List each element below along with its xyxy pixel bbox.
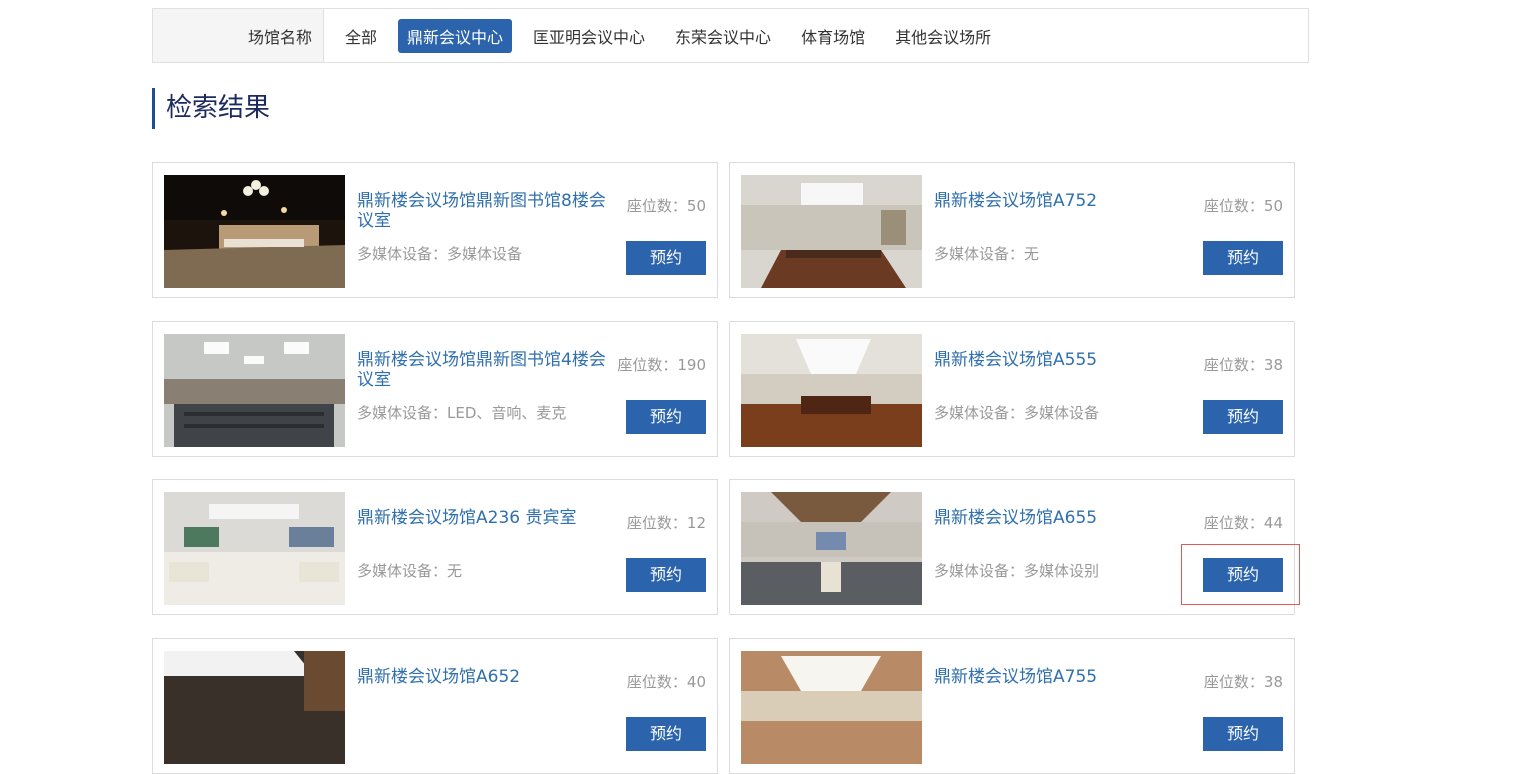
venue-photo[interactable] bbox=[164, 651, 345, 764]
venue-photo[interactable] bbox=[741, 175, 922, 288]
venue-equipment: 多媒体设备：LED、音响、麦克 bbox=[357, 404, 567, 422]
venue-photo[interactable] bbox=[164, 175, 345, 288]
venue-photo-image bbox=[741, 334, 922, 447]
venue-card: 鼎新楼会议场馆A236 贵宾室 多媒体设备：无 座位数：12 预约 bbox=[152, 479, 718, 615]
book-button[interactable]: 预约 bbox=[626, 400, 706, 434]
venue-card: 鼎新楼会议场馆鼎新图书馆4楼会议室 多媒体设备：LED、音响、麦克 座位数：19… bbox=[152, 321, 718, 457]
book-button[interactable]: 预约 bbox=[1203, 241, 1283, 275]
venue-title[interactable]: 鼎新楼会议场馆A236 贵宾室 bbox=[357, 508, 609, 528]
venue-photo[interactable] bbox=[741, 492, 922, 605]
venue-card: 鼎新楼会议场馆A755 座位数：38 预约 bbox=[729, 638, 1295, 774]
venue-photo-image bbox=[164, 334, 345, 447]
venue-equipment: 多媒体设备：多媒体设别 bbox=[934, 562, 1100, 580]
venue-photo-image bbox=[741, 175, 922, 288]
book-button[interactable]: 预约 bbox=[1203, 558, 1283, 592]
venue-photo-image bbox=[741, 651, 922, 764]
venue-photo[interactable] bbox=[164, 334, 345, 447]
filter-option-all[interactable]: 全部 bbox=[336, 19, 386, 53]
venue-title[interactable]: 鼎新楼会议场馆鼎新图书馆8楼会议室 bbox=[357, 191, 609, 231]
filter-option-other[interactable]: 其他会议场所 bbox=[886, 19, 1000, 53]
book-button[interactable]: 预约 bbox=[1203, 400, 1283, 434]
filter-options: 全部 鼎新会议中心 匡亚明会议中心 东荣会议中心 体育场馆 其他会议场所 bbox=[324, 9, 1000, 62]
venue-title[interactable]: 鼎新楼会议场馆A755 bbox=[934, 667, 1186, 687]
venue-photo-image bbox=[741, 492, 922, 605]
venue-photo-image bbox=[164, 175, 345, 288]
venue-card: 鼎新楼会议场馆A555 多媒体设备：多媒体设备 座位数：38 预约 bbox=[729, 321, 1295, 457]
venue-title[interactable]: 鼎新楼会议场馆A752 bbox=[934, 191, 1186, 211]
filter-option-kuangyaming[interactable]: 匡亚明会议中心 bbox=[524, 19, 654, 53]
venue-filter-bar: 场馆名称 全部 鼎新会议中心 匡亚明会议中心 东荣会议中心 体育场馆 其他会议场… bbox=[152, 8, 1309, 63]
venue-seats: 座位数：38 bbox=[1203, 356, 1283, 374]
venue-title[interactable]: 鼎新楼会议场馆A652 bbox=[357, 667, 609, 687]
venue-photo-image bbox=[164, 492, 345, 605]
book-button[interactable]: 预约 bbox=[1203, 717, 1283, 751]
venue-equipment: 多媒体设备：无 bbox=[357, 562, 463, 580]
venue-card: 鼎新楼会议场馆A652 座位数：40 预约 bbox=[152, 638, 718, 774]
venue-title[interactable]: 鼎新楼会议场馆A555 bbox=[934, 350, 1186, 370]
venue-photo[interactable] bbox=[164, 492, 345, 605]
venue-seats: 座位数：50 bbox=[1203, 197, 1283, 215]
venue-card: 鼎新楼会议场馆鼎新图书馆8楼会议室 多媒体设备：多媒体设备 座位数：50 预约 bbox=[152, 162, 718, 298]
venue-card: 鼎新楼会议场馆A655 多媒体设备：多媒体设别 座位数：44 预约 bbox=[729, 479, 1295, 615]
filter-option-dingxin[interactable]: 鼎新会议中心 bbox=[398, 18, 513, 53]
venue-photo-image bbox=[164, 651, 345, 764]
venue-equipment: 多媒体设备：多媒体设备 bbox=[934, 404, 1100, 422]
venue-seats: 座位数：38 bbox=[1203, 673, 1283, 691]
venue-equipment: 多媒体设备：无 bbox=[934, 245, 1040, 263]
book-button[interactable]: 预约 bbox=[626, 558, 706, 592]
venue-photo[interactable] bbox=[741, 651, 922, 764]
venue-photo[interactable] bbox=[741, 334, 922, 447]
section-title: 检索结果 bbox=[152, 88, 270, 129]
book-button[interactable]: 预约 bbox=[626, 241, 706, 275]
venue-seats: 座位数：12 bbox=[626, 514, 706, 532]
venue-title[interactable]: 鼎新楼会议场馆鼎新图书馆4楼会议室 bbox=[357, 350, 609, 390]
filter-option-dongrong[interactable]: 东荣会议中心 bbox=[666, 19, 780, 53]
venue-seats: 座位数：44 bbox=[1203, 514, 1283, 532]
venue-seats: 座位数：50 bbox=[626, 197, 706, 215]
venue-seats: 座位数：190 bbox=[617, 356, 706, 374]
venue-equipment: 多媒体设备：多媒体设备 bbox=[357, 245, 523, 263]
filter-option-sports[interactable]: 体育场馆 bbox=[792, 19, 874, 53]
filter-label: 场馆名称 bbox=[153, 9, 324, 62]
venue-seats: 座位数：40 bbox=[626, 673, 706, 691]
venue-title[interactable]: 鼎新楼会议场馆A655 bbox=[934, 508, 1186, 528]
venue-card: 鼎新楼会议场馆A752 多媒体设备：无 座位数：50 预约 bbox=[729, 162, 1295, 298]
book-button[interactable]: 预约 bbox=[626, 717, 706, 751]
